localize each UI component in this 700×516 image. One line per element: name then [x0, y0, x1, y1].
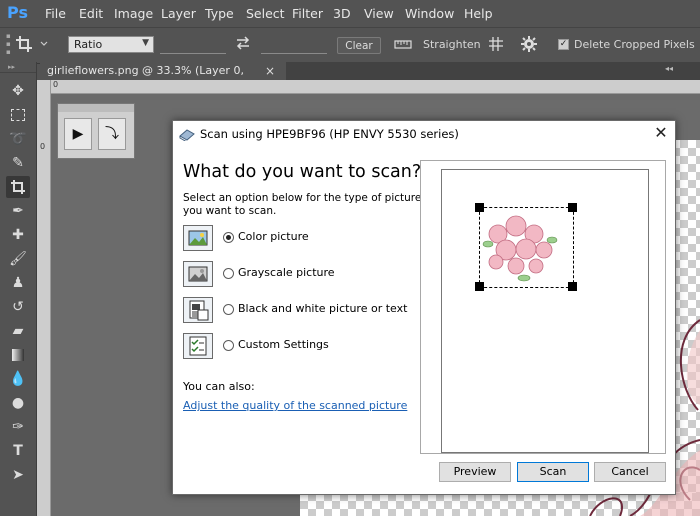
crop-width-field[interactable]	[160, 38, 226, 54]
gear-icon[interactable]	[520, 35, 538, 56]
scan-dialog: Scan using HPE9BF96 (HP ENVY 5530 series…	[172, 120, 676, 495]
photoshop-logo: Ps	[7, 3, 28, 22]
dialog-description: Select an option below for the type of p…	[183, 192, 422, 217]
menu-window[interactable]: Window	[405, 6, 454, 21]
menu-type[interactable]: Type	[205, 6, 234, 21]
bw-text-label[interactable]: Black and white picture or text	[238, 302, 407, 315]
preview-page	[441, 169, 649, 453]
delete-cropped-checkbox[interactable]: ✓	[558, 39, 569, 50]
eyedropper-icon[interactable]: ✒	[6, 200, 30, 222]
eraser-icon[interactable]: ▰	[6, 320, 30, 342]
healing-brush-icon[interactable]: ✚	[6, 224, 30, 246]
document-tab[interactable]: girlieflowers.png @ 33.3% (Layer 0, RGB/…	[40, 62, 286, 95]
scan-preview-pane	[420, 160, 666, 454]
also-label: You can also:	[183, 380, 255, 393]
custom-settings-radio[interactable]	[223, 340, 234, 351]
vertical-ruler: 0	[37, 80, 51, 516]
grayscale-picture-icon	[183, 261, 213, 287]
dodge-icon[interactable]: ●	[6, 392, 30, 414]
type-icon[interactable]: T	[6, 440, 30, 462]
cancel-button[interactable]: Cancel	[594, 462, 666, 482]
option-color-picture[interactable]: Color picture	[183, 225, 423, 255]
scan-crop-region[interactable]	[479, 207, 574, 288]
crop-icon[interactable]	[6, 176, 30, 198]
straighten-icon[interactable]	[394, 36, 412, 55]
scan-button[interactable]: Scan	[517, 462, 589, 482]
clear-button[interactable]: Clear	[337, 37, 381, 54]
play-icon[interactable]: ▶	[64, 118, 92, 150]
swap-icon[interactable]	[235, 34, 251, 55]
quick-select-icon[interactable]: ✎	[6, 152, 30, 174]
custom-settings-label[interactable]: Custom Settings	[238, 338, 329, 351]
dialog-heading: What do you want to scan?	[183, 162, 422, 182]
menu-bar: Ps File Edit Image Layer Type Select Fil…	[0, 0, 700, 27]
document-tabs: girlieflowers.png @ 33.3% (Layer 0, RGB/…	[40, 62, 700, 95]
collapse-icon[interactable]: ▸▸	[8, 63, 15, 71]
overlay-grid-icon[interactable]	[488, 36, 504, 55]
step-icon[interactable]: ⤵	[98, 118, 126, 150]
tools-panel: ▸▸ ✥ ➰ ✎ ✒ ✚ 🖌 ♟ ↺ ▰ 💧 ● ✑ T ➤	[0, 62, 37, 516]
color-picture-label[interactable]: Color picture	[238, 230, 309, 243]
panel-collapse-icon[interactable]: ◂◂	[665, 64, 673, 73]
crop-handle-se[interactable]	[568, 282, 577, 291]
brush-icon[interactable]: 🖌	[6, 248, 30, 270]
option-grayscale-picture[interactable]: Grayscale picture	[183, 261, 423, 291]
menu-help[interactable]: Help	[464, 6, 493, 21]
menu-edit[interactable]: Edit	[79, 6, 103, 21]
pen-icon[interactable]: ✑	[6, 416, 30, 438]
options-bar: ▪ ▪ ▪ Ratio ▼ Clear Straighten ✓ Delete Cr…	[0, 27, 700, 64]
bw-text-radio[interactable]	[223, 304, 234, 315]
ruler-h-zero: 0	[53, 80, 59, 89]
dialog-title: Scan using HPE9BF96 (HP ENVY 5530 series…	[200, 127, 459, 141]
crop-height-field[interactable]	[261, 38, 327, 54]
clone-stamp-icon[interactable]: ♟	[6, 272, 30, 294]
preview-button[interactable]: Preview	[439, 462, 511, 482]
bw-text-icon	[183, 297, 213, 323]
option-custom-settings[interactable]: Custom Settings	[183, 333, 423, 363]
chevron-down-icon: ▼	[142, 38, 149, 48]
color-picture-icon	[183, 225, 213, 251]
grayscale-picture-label[interactable]: Grayscale picture	[238, 266, 335, 279]
close-tab-icon[interactable]: ×	[265, 62, 275, 80]
options-grip: ▪ ▪ ▪	[6, 32, 11, 56]
close-icon[interactable]: ✕	[651, 123, 671, 143]
scanner-icon	[179, 127, 195, 144]
menu-select[interactable]: Select	[246, 6, 285, 21]
menu-filter[interactable]: Filter	[292, 6, 323, 21]
adjust-quality-link[interactable]: Adjust the quality of the scanned pictur…	[183, 399, 407, 412]
path-select-icon[interactable]: ➤	[6, 464, 30, 486]
straighten-label[interactable]: Straighten	[423, 38, 481, 51]
crop-handle-ne[interactable]	[568, 203, 577, 212]
menu-view[interactable]: View	[364, 6, 394, 21]
ratio-value: Ratio	[74, 38, 103, 51]
move-icon[interactable]: ✥	[6, 80, 30, 102]
menu-3d[interactable]: 3D	[333, 6, 351, 21]
crop-handle-nw[interactable]	[475, 203, 484, 212]
menu-file[interactable]: File	[45, 6, 66, 21]
panel-header	[58, 104, 134, 112]
menu-image[interactable]: Image	[114, 6, 153, 21]
delete-cropped-label: Delete Cropped Pixels	[574, 38, 695, 51]
dialog-titlebar: Scan using HPE9BF96 (HP ENVY 5530 series…	[173, 121, 675, 147]
gradient-icon[interactable]	[6, 344, 30, 366]
horizontal-ruler: 0	[37, 80, 700, 94]
option-bw-text[interactable]: Black and white picture or text	[183, 297, 423, 327]
custom-settings-icon	[183, 333, 213, 359]
lasso-icon[interactable]: ➰	[6, 128, 30, 150]
color-picture-radio[interactable]	[223, 232, 234, 243]
grayscale-picture-radio[interactable]	[223, 268, 234, 279]
crop-handle-sw[interactable]	[475, 282, 484, 291]
history-brush-icon[interactable]: ↺	[6, 296, 30, 318]
crop-tool-preset-icon[interactable]	[14, 33, 48, 58]
marquee-icon[interactable]	[6, 104, 30, 126]
blur-icon[interactable]: 💧	[6, 368, 30, 390]
menu-layer[interactable]: Layer	[161, 6, 196, 21]
ratio-select[interactable]: Ratio ▼	[68, 36, 154, 53]
actions-panel: ▶ ⤵	[57, 103, 135, 159]
ruler-v-zero: 0	[40, 142, 46, 151]
